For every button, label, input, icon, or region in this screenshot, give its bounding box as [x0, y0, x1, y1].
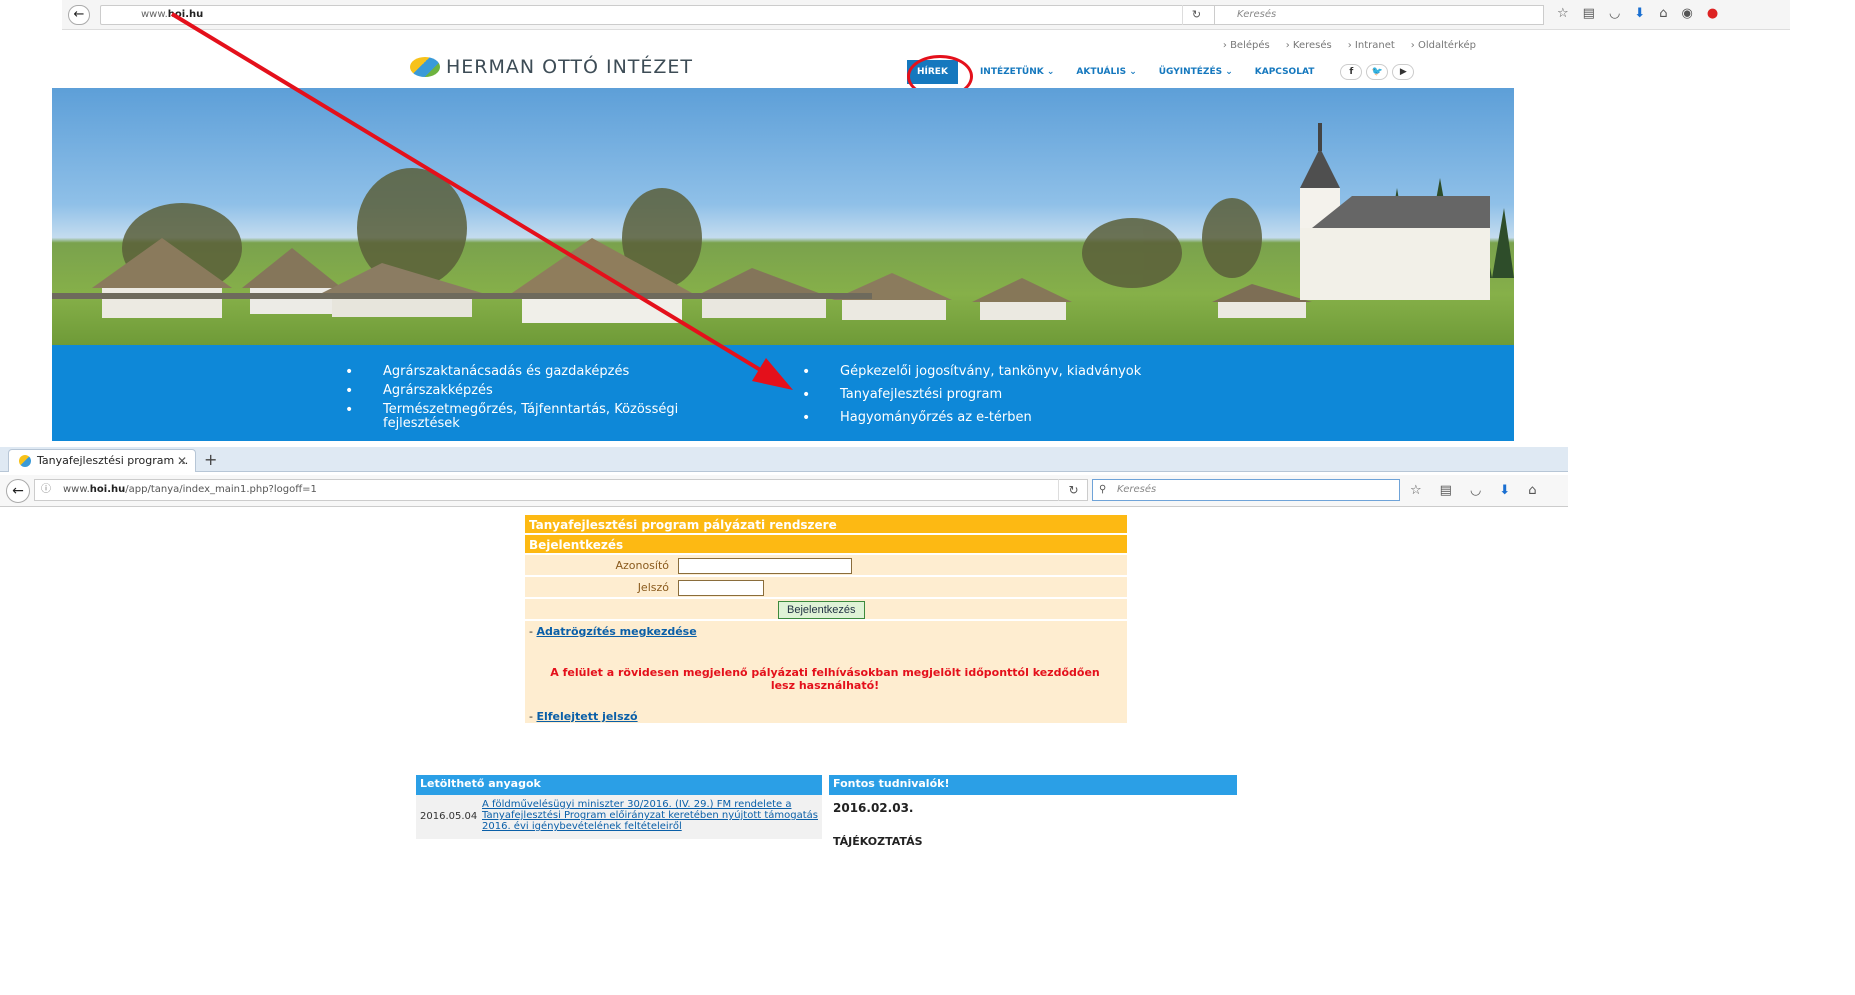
home-icon[interactable]: ⌂: [1659, 6, 1681, 21]
adblock-icon[interactable]: ●: [1707, 6, 1732, 21]
login-page-screenshot: Tanyafejlesztési program ... ✕ + ← ⓘ www…: [0, 447, 1568, 995]
chat-icon[interactable]: ◉: [1681, 6, 1706, 21]
utility-link-sitemap[interactable]: › Oldaltérkép: [1411, 40, 1476, 51]
tab-tanyafejlesztes[interactable]: Tanyafejlesztési program ... ✕: [8, 449, 196, 472]
star-icon[interactable]: ☆: [1557, 6, 1583, 21]
id-label: Azonosító: [615, 559, 669, 572]
info-icon[interactable]: ⓘ: [41, 480, 51, 500]
nav-ugyintezes[interactable]: ÜGYINTÉZÉS ⌄: [1159, 67, 1233, 77]
home-icon[interactable]: ⌂: [1528, 483, 1536, 498]
back-arrow-icon[interactable]: ←: [68, 5, 90, 25]
top-url-prefix: www.: [141, 9, 168, 20]
star-icon[interactable]: ☆: [1410, 483, 1422, 498]
forgot-password-link[interactable]: Elfelejtett jelszó: [536, 710, 637, 723]
notice-heading: TÁJÉKOZTATÁS: [833, 835, 923, 848]
top-browser-toolbar: ← www.hoi.hu ↻ Keresés ☆▤◡⬇⌂◉●: [62, 0, 1790, 30]
login-box: Tanyafejlesztési program pályázati rends…: [525, 515, 1127, 723]
service-link-szaktanacsadas[interactable]: Agrárszaktanácsadás és gazdaképzés: [345, 365, 745, 380]
top-toolbar-icons: ☆▤◡⬇⌂◉●: [1557, 6, 1732, 21]
facebook-icon[interactable]: f: [1340, 64, 1363, 80]
url-bar[interactable]: ⓘ www.hoi.hu/app/tanya/index_main1.php?l…: [34, 479, 1088, 501]
top-url-host: hoi.hu: [167, 9, 204, 20]
favicon-icon: [19, 455, 31, 467]
id-row: Azonosító: [525, 555, 1127, 577]
url-host: hoi.hu: [89, 484, 126, 495]
url-prefix: www.: [63, 484, 90, 495]
social-links: f 🐦 ▶: [1340, 64, 1415, 80]
reload-icon[interactable]: ↻: [1182, 5, 1210, 25]
reload-icon[interactable]: ↻: [1058, 479, 1088, 501]
availability-warning: A felület a rövidesen megjelenő pályázat…: [550, 666, 1100, 692]
login-section-title: Bejelentkezés: [525, 535, 1127, 555]
services-panel: Agrárszaktanácsadás és gazdaképzés Agrár…: [52, 345, 1514, 441]
search-icon: ⚲: [1099, 484, 1107, 495]
downloads-title: Letölthető anyagok: [416, 775, 822, 795]
id-input[interactable]: [678, 558, 852, 574]
notice-date: 2016.02.03.: [833, 801, 914, 815]
toolbar-icons: ☆ ▤ ◡ ⬇ ⌂: [1410, 483, 1536, 498]
utility-link-search[interactable]: › Keresés: [1286, 40, 1332, 51]
downloads-panel: Letölthető anyagok 2016.05.04 A földműve…: [416, 775, 822, 839]
top-search-field[interactable]: Keresés: [1214, 5, 1544, 25]
close-tab-icon[interactable]: ✕: [177, 450, 187, 472]
back-arrow-icon[interactable]: ←: [6, 479, 30, 503]
service-link-gepkezeloi[interactable]: Gépkezelői jogosítvány, tankönyv, kiadvá…: [802, 365, 1222, 380]
download-icon[interactable]: ⬇: [1499, 483, 1510, 498]
services-right-list: Gépkezelői jogosítvány, tankönyv, kiadvá…: [802, 365, 1222, 434]
service-link-termeszetmegorzes[interactable]: Természetmegőrzés, Tájfenntartás, Közöss…: [345, 403, 745, 431]
bottom-browser-toolbar: ← ⓘ www.hoi.hu/app/tanya/index_main1.php…: [0, 475, 1568, 507]
youtube-icon[interactable]: ▶: [1392, 64, 1415, 80]
login-button[interactable]: Bejelentkezés: [778, 601, 865, 619]
system-title: Tanyafejlesztési program pályázati rends…: [525, 515, 1127, 535]
login-info: - Adatrögzítés megkezdése A felület a rö…: [525, 621, 1127, 723]
pocket-icon[interactable]: ◡: [1470, 483, 1481, 498]
utility-link-intranet[interactable]: › Intranet: [1348, 40, 1395, 51]
nav-kapcsolat[interactable]: KAPCSOLAT: [1255, 67, 1315, 77]
logo-mark-icon: [410, 57, 440, 77]
utility-links: › Belépés › Keresés › Intranet › Oldalté…: [1223, 40, 1476, 51]
download-date: 2016.05.04: [420, 811, 478, 822]
service-link-tanyafejlesztes[interactable]: Tanyafejlesztési program: [802, 388, 1222, 403]
notices-title: Fontos tudnivalók!: [829, 775, 1237, 795]
site-logo[interactable]: HERMAN OTTÓ INTÉZET: [410, 52, 693, 82]
tab-title: Tanyafejlesztési program ...: [37, 454, 189, 467]
service-link-szakkepzes[interactable]: Agrárszakképzés: [345, 384, 745, 399]
reader-icon[interactable]: ▤: [1583, 6, 1609, 21]
start-data-entry-link[interactable]: Adatrögzítés megkezdése: [536, 625, 696, 638]
nav-aktualis[interactable]: AKTUÁLIS ⌄: [1076, 67, 1136, 77]
logo-text: HERMAN OTTÓ INTÉZET: [446, 56, 694, 78]
service-link-hagyomanyorzes[interactable]: Hagyományőrzés az e-térben: [802, 411, 1222, 426]
url-path: /app/tanya/index_main1.php?logoff=1: [125, 484, 317, 495]
services-left-list: Agrárszaktanácsadás és gazdaképzés Agrár…: [345, 365, 745, 436]
new-tab-icon[interactable]: +: [204, 450, 217, 469]
download-row: 2016.05.04 A földművelésügyi miniszter 3…: [416, 795, 822, 839]
download-icon[interactable]: ⬇: [1634, 6, 1659, 21]
search-field[interactable]: ⚲ Keresés: [1092, 479, 1400, 501]
download-link[interactable]: A földművelésügyi miniszter 30/2016. (IV…: [482, 799, 818, 832]
submit-row: Bejelentkezés: [525, 599, 1127, 621]
utility-link-login[interactable]: › Belépés: [1223, 40, 1270, 51]
pocket-icon[interactable]: ◡: [1609, 6, 1634, 21]
reader-icon[interactable]: ▤: [1440, 483, 1452, 498]
top-url-bar[interactable]: www.hoi.hu: [100, 5, 1240, 25]
nav-intezetunk[interactable]: INTÉZETÜNK ⌄: [980, 67, 1054, 77]
twitter-icon[interactable]: 🐦: [1366, 64, 1389, 80]
main-nav: HÍREK INTÉZETÜNK ⌄ AKTUÁLIS ⌄ ÜGYINTÉZÉS…: [907, 60, 1415, 84]
notices-panel: Fontos tudnivalók! 2016.02.03. TÁJÉKOZTA…: [829, 775, 1237, 848]
password-input[interactable]: [678, 580, 764, 596]
password-label: Jelszó: [637, 581, 669, 594]
search-placeholder: Keresés: [1117, 484, 1157, 495]
tab-strip: Tanyafejlesztési program ... ✕ +: [0, 447, 1568, 472]
forgot-link-row: - Elfelejtett jelszó: [529, 710, 1121, 723]
village-panorama-illustration: [52, 123, 1514, 323]
start-link-row: - Adatrögzítés megkezdése: [529, 625, 1121, 638]
hero-village-image: [52, 88, 1514, 346]
password-row: Jelszó: [525, 577, 1127, 599]
